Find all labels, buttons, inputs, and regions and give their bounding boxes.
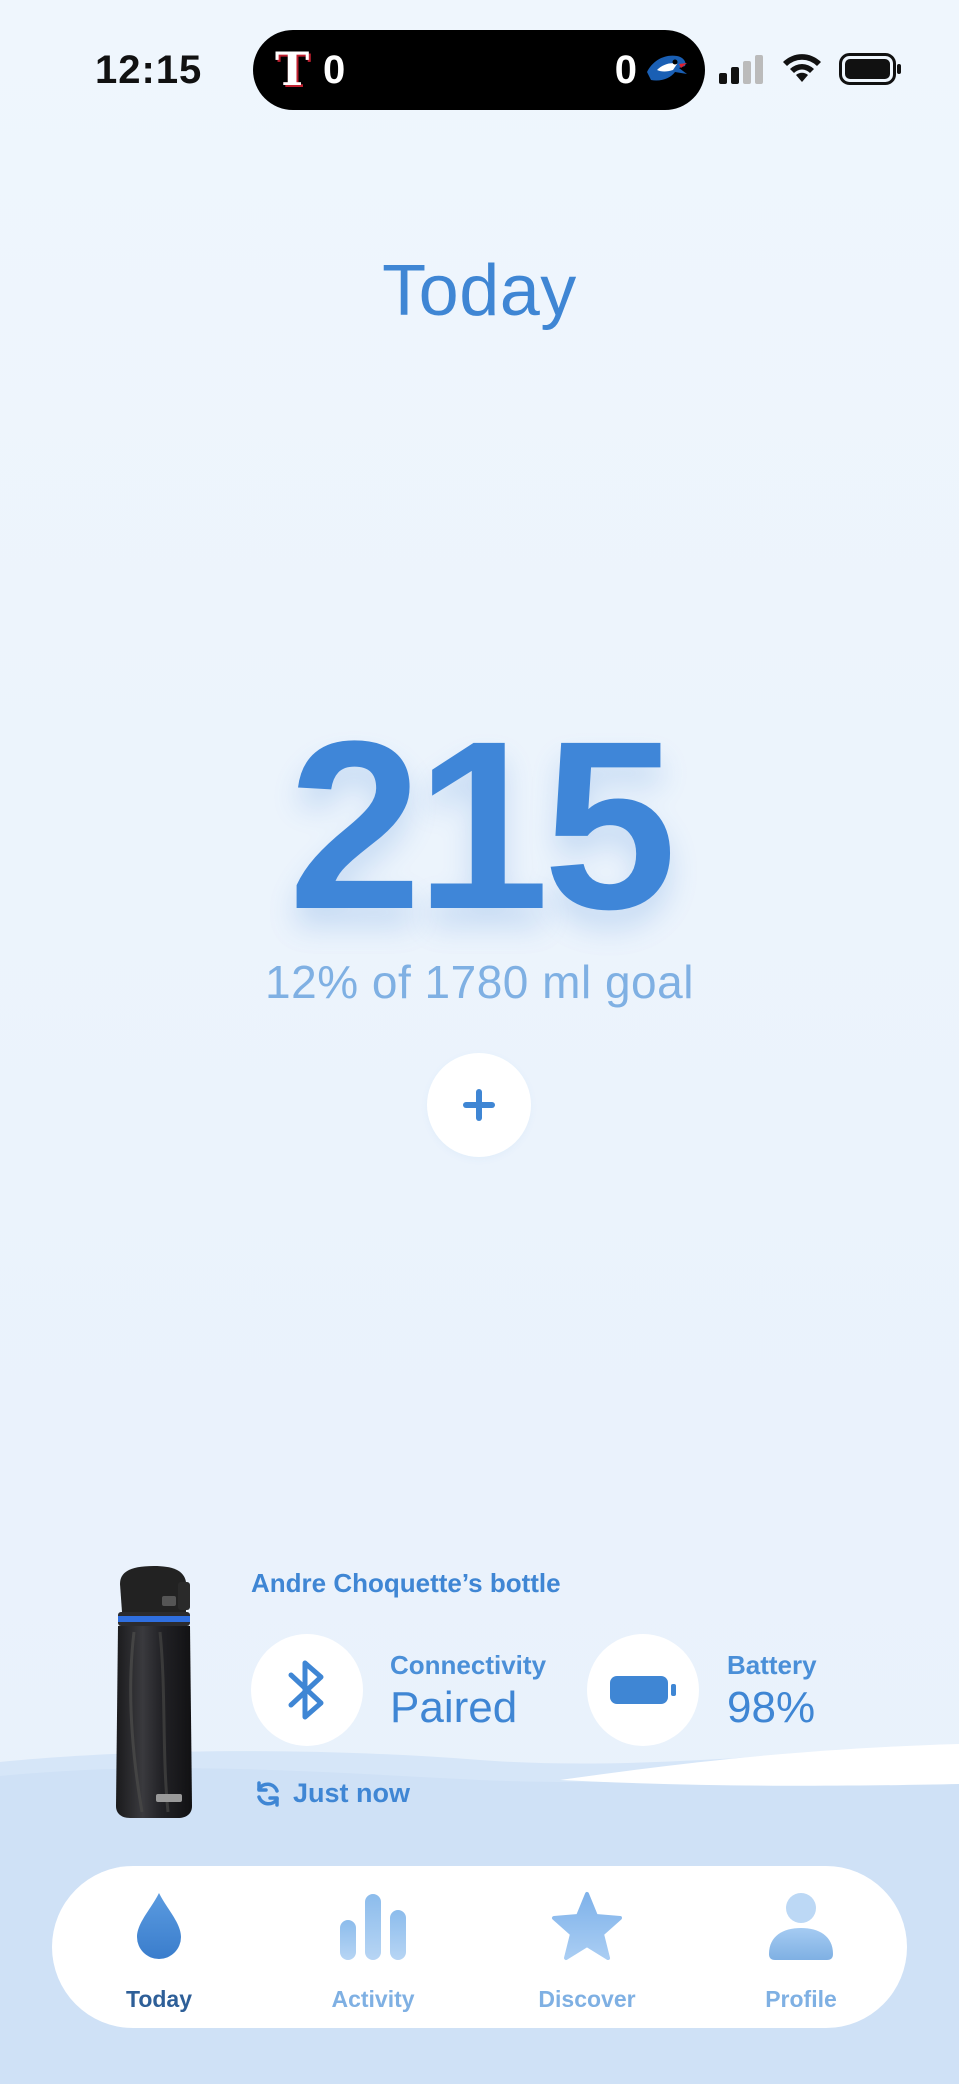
sync-icon <box>257 1780 279 1807</box>
tab-discover[interactable]: Discover <box>480 1866 694 2028</box>
plus-icon <box>463 1089 495 1121</box>
battery-value: 98% <box>727 1683 816 1732</box>
goal-progress-text: 12% of 1780 ml goal <box>265 956 694 1008</box>
dynamic-island-live-score[interactable]: T 0 0 <box>253 30 705 110</box>
tab-profile[interactable]: Profile <box>694 1866 908 2028</box>
battery-label: Battery <box>727 1650 817 1680</box>
connectivity-label: Connectivity <box>390 1650 547 1680</box>
status-time: 12:15 <box>95 48 203 92</box>
bottle-owner-name: Andre Choquette’s bottle <box>251 1568 561 1598</box>
tab-profile-label: Profile <box>765 1986 837 2012</box>
person-icon <box>769 1893 833 1960</box>
bottle-battery-icon <box>610 1676 676 1704</box>
bottle-image <box>116 1566 192 1818</box>
sync-status[interactable]: Just now <box>253 1778 410 1809</box>
blue-jays-logo-icon <box>647 55 687 81</box>
tab-discover-label: Discover <box>538 1986 636 2012</box>
battery-badge <box>587 1634 699 1746</box>
home-score: 0 <box>323 48 346 92</box>
connectivity-value: Paired <box>390 1683 518 1732</box>
tab-today[interactable]: Today <box>52 1866 266 2028</box>
tab-activity-label: Activity <box>331 1986 415 2012</box>
bluetooth-icon <box>288 1660 324 1720</box>
rangers-logo-icon: T <box>275 42 310 96</box>
add-intake-button[interactable] <box>427 1053 531 1157</box>
wifi-icon <box>783 54 821 82</box>
bar-chart-icon <box>340 1894 406 1960</box>
status-indicators <box>719 52 903 86</box>
away-score: 0 <box>614 48 637 92</box>
star-icon <box>552 1892 622 1960</box>
page-title: Today <box>382 251 577 331</box>
today-screen: 12:15 T 0 0 Today 215 12% of 1780 ml goa… <box>0 0 959 2084</box>
tab-activity[interactable]: Activity <box>266 1866 480 2028</box>
tab-bar: Today Activity Discover Profile <box>52 1866 907 2028</box>
water-drop-icon <box>137 1893 181 1959</box>
cellular-signal-icon <box>719 55 763 84</box>
battery-status-icon <box>839 53 901 85</box>
connectivity-badge <box>251 1634 363 1746</box>
sync-time-text: Just now <box>293 1778 411 1808</box>
intake-amount: 215 <box>288 691 676 959</box>
tab-today-label: Today <box>125 1986 193 2012</box>
